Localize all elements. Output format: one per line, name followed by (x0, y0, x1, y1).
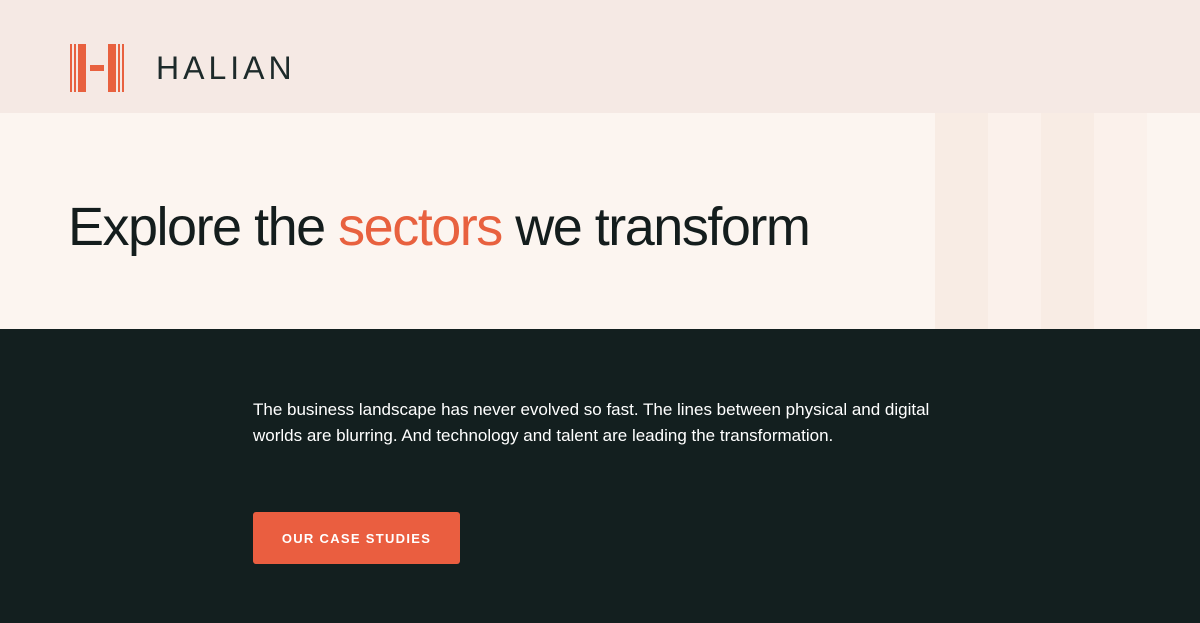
headline-text-start: Explore the (68, 197, 339, 257)
halian-logo-link[interactable]: HALIAN (70, 44, 296, 92)
decorative-stripes (935, 113, 1200, 329)
page: HALIAN Explore the sectors we transform … (0, 0, 1200, 623)
headline-text-end: we transform (501, 197, 811, 257)
halian-h-logo-icon (70, 44, 124, 92)
hero-section: Explore the sectors we transform (0, 113, 1200, 329)
stripe (1094, 113, 1147, 329)
intro-section: The business landscape has never evolved… (0, 329, 1200, 623)
stripe (935, 113, 988, 329)
site-header: HALIAN (0, 0, 1200, 113)
logo-wordmark: HALIAN (156, 50, 296, 86)
stripe (1041, 113, 1094, 329)
stripe (988, 113, 1041, 329)
headline-accent-word: sectors (338, 197, 503, 257)
intro-paragraph: The business landscape has never evolved… (253, 400, 930, 445)
case-studies-button[interactable]: OUR CASE STUDIES (253, 512, 460, 564)
stripe (1147, 113, 1200, 329)
page-headline: Explore the sectors we transform (68, 195, 811, 259)
